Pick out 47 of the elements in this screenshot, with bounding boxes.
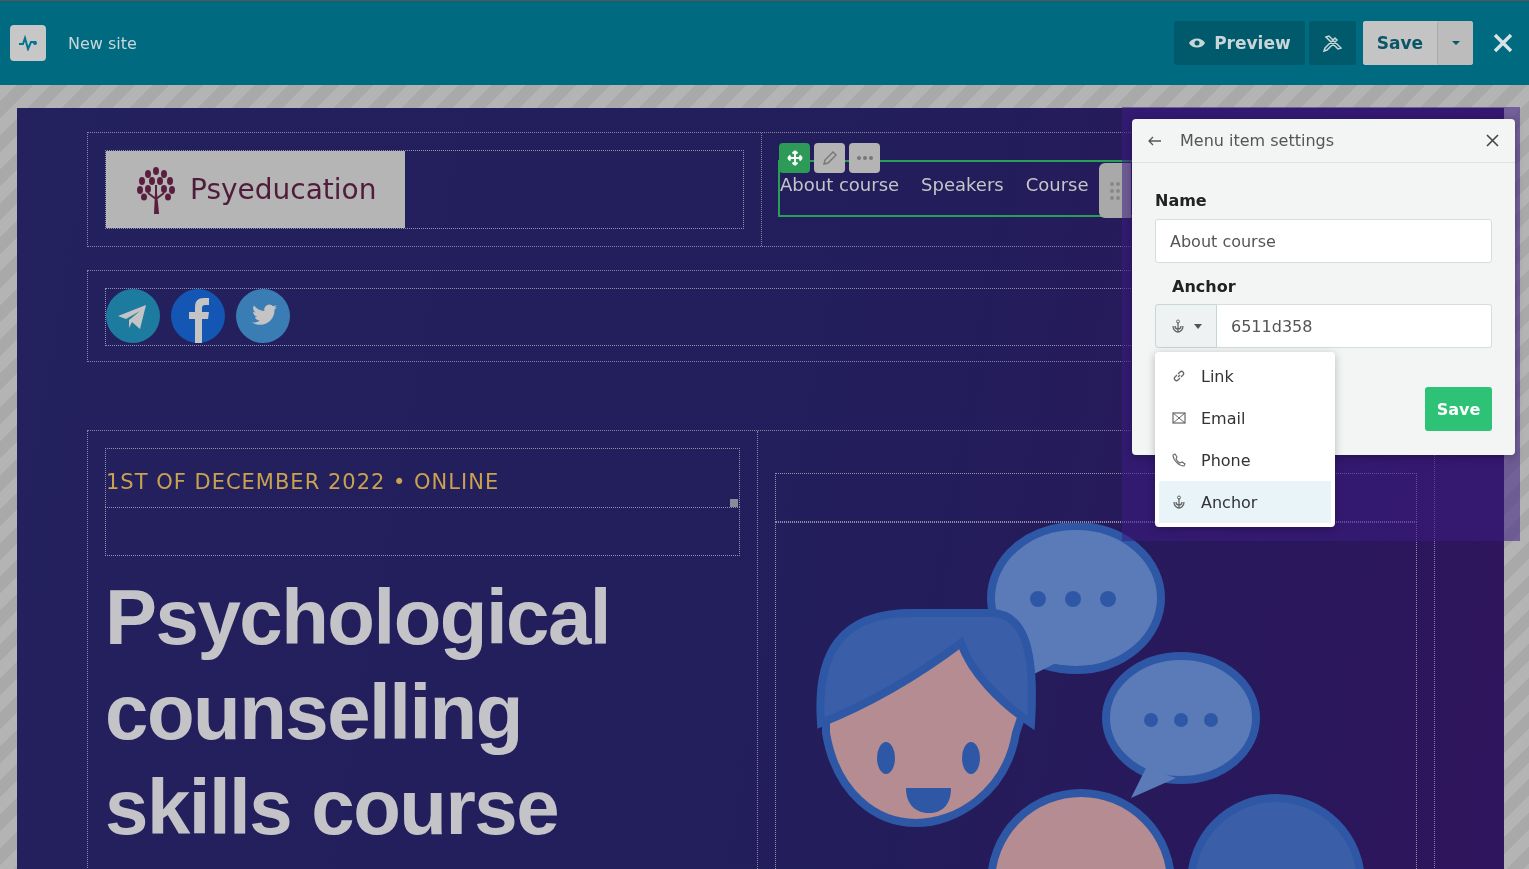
nav-link[interactable]: About course bbox=[780, 174, 900, 195]
nav-link[interactable]: Speakers bbox=[921, 174, 1004, 195]
menu-item[interactable]: Anchor bbox=[1159, 481, 1331, 523]
nav-link[interactable]: Course bbox=[1025, 174, 1089, 195]
menu-item[interactable]: Link bbox=[1159, 355, 1331, 397]
drag-handle[interactable] bbox=[1099, 163, 1131, 218]
grip-icon bbox=[1110, 180, 1120, 201]
facebook-icon[interactable] bbox=[171, 289, 225, 343]
anchor-icon bbox=[1170, 319, 1185, 333]
eye-icon bbox=[1188, 37, 1207, 49]
site-logo[interactable]: Psyeducation bbox=[106, 151, 405, 228]
anchor-label: Anchor bbox=[1172, 277, 1237, 296]
pencil-ruler-icon bbox=[1322, 33, 1343, 53]
telegram-icon[interactable] bbox=[106, 289, 160, 343]
edit-button[interactable] bbox=[814, 143, 845, 173]
menu-item[interactable]: Phone bbox=[1159, 439, 1331, 481]
link-type-dropdown[interactable] bbox=[1155, 304, 1217, 348]
anchor-input[interactable]: 6511d358 bbox=[1217, 304, 1492, 348]
panel-title: Menu item settings bbox=[1180, 131, 1336, 150]
name-input[interactable]: About course bbox=[1155, 219, 1492, 263]
close-button[interactable] bbox=[1484, 132, 1501, 149]
link-icon bbox=[1172, 369, 1186, 383]
menu-item[interactable]: Email bbox=[1159, 397, 1331, 439]
event-tagline: 1ST OF DECEMBER 2022 • ONLINE bbox=[106, 469, 500, 494]
pencil-icon bbox=[821, 150, 838, 166]
close-icon bbox=[1486, 134, 1499, 147]
hero-heading: Psychological counselling skills course bbox=[105, 572, 612, 853]
site-name: New site bbox=[68, 33, 137, 53]
resize-handle[interactable] bbox=[730, 499, 738, 507]
pulse-icon bbox=[18, 35, 38, 51]
caret-icon bbox=[1450, 40, 1461, 46]
twitter-icon[interactable] bbox=[236, 289, 290, 343]
design-tools-button[interactable] bbox=[1308, 21, 1356, 65]
more-button[interactable] bbox=[849, 143, 880, 173]
anchor-icon bbox=[1172, 495, 1186, 509]
move-handle[interactable] bbox=[779, 143, 810, 173]
envelope-icon bbox=[1172, 412, 1186, 424]
preview-button[interactable]: Preview bbox=[1174, 21, 1305, 65]
back-arrow-icon bbox=[1148, 135, 1162, 146]
caret-icon bbox=[1193, 323, 1202, 329]
app-logo-button[interactable] bbox=[10, 25, 46, 61]
name-label: Name bbox=[1155, 191, 1208, 210]
phone-icon bbox=[1172, 453, 1186, 467]
move-icon bbox=[786, 150, 803, 166]
close-icon bbox=[1493, 33, 1513, 53]
more-icon bbox=[855, 156, 874, 160]
tree-icon bbox=[134, 164, 178, 215]
